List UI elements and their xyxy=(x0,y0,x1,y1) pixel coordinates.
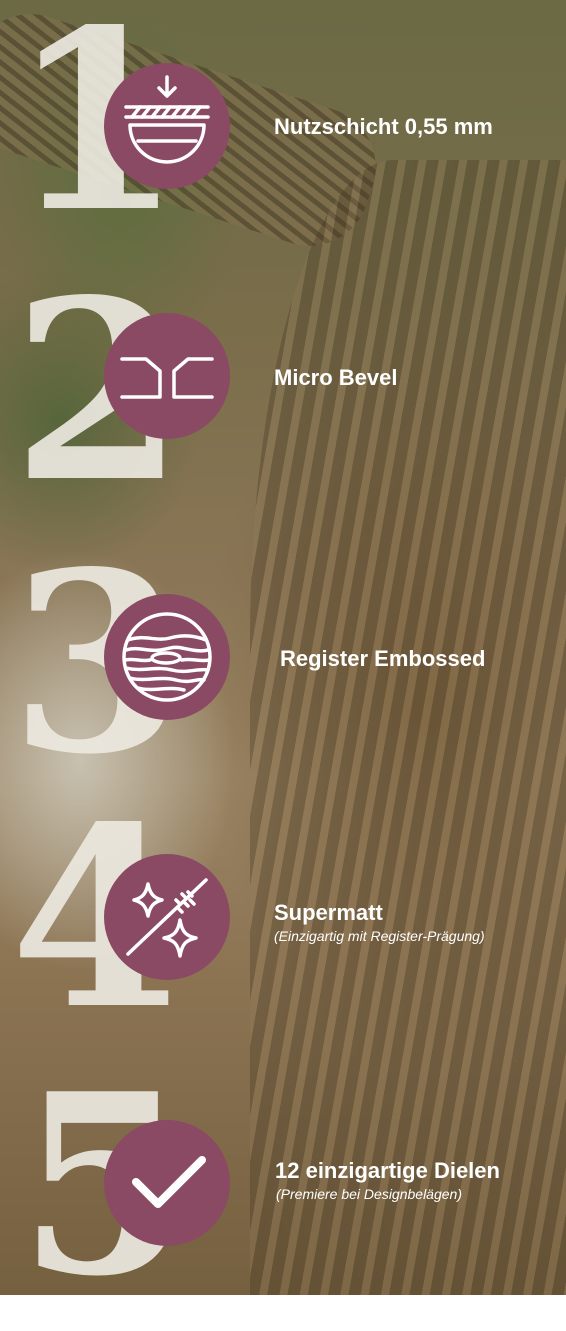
feature-title: 12 einzigartige Dielen xyxy=(275,1158,500,1183)
checkmark-icon xyxy=(132,1156,206,1208)
feature-title: Supermatt xyxy=(274,900,383,925)
wood-grain-icon xyxy=(122,612,212,702)
feature-badge xyxy=(104,854,230,980)
micro-bevel-icon xyxy=(120,357,214,399)
feature-badge xyxy=(104,63,230,189)
feature-subtitle: (Einzigartig mit Register-Prägung) xyxy=(274,928,485,944)
feature-badge xyxy=(104,1120,230,1246)
feature-title: Nutzschicht 0,55 mm xyxy=(274,114,493,139)
sparkle-matte-icon xyxy=(126,878,208,958)
feature-badge xyxy=(104,313,230,439)
feature-subtitle: (Premiere bei Designbelägen) xyxy=(276,1186,462,1202)
tree-trunk xyxy=(250,160,566,1295)
feature-title: Register Embossed xyxy=(280,646,486,671)
feature-badge xyxy=(104,594,230,720)
feature-title: Micro Bevel xyxy=(274,365,398,390)
wear-layer-icon xyxy=(124,75,210,164)
